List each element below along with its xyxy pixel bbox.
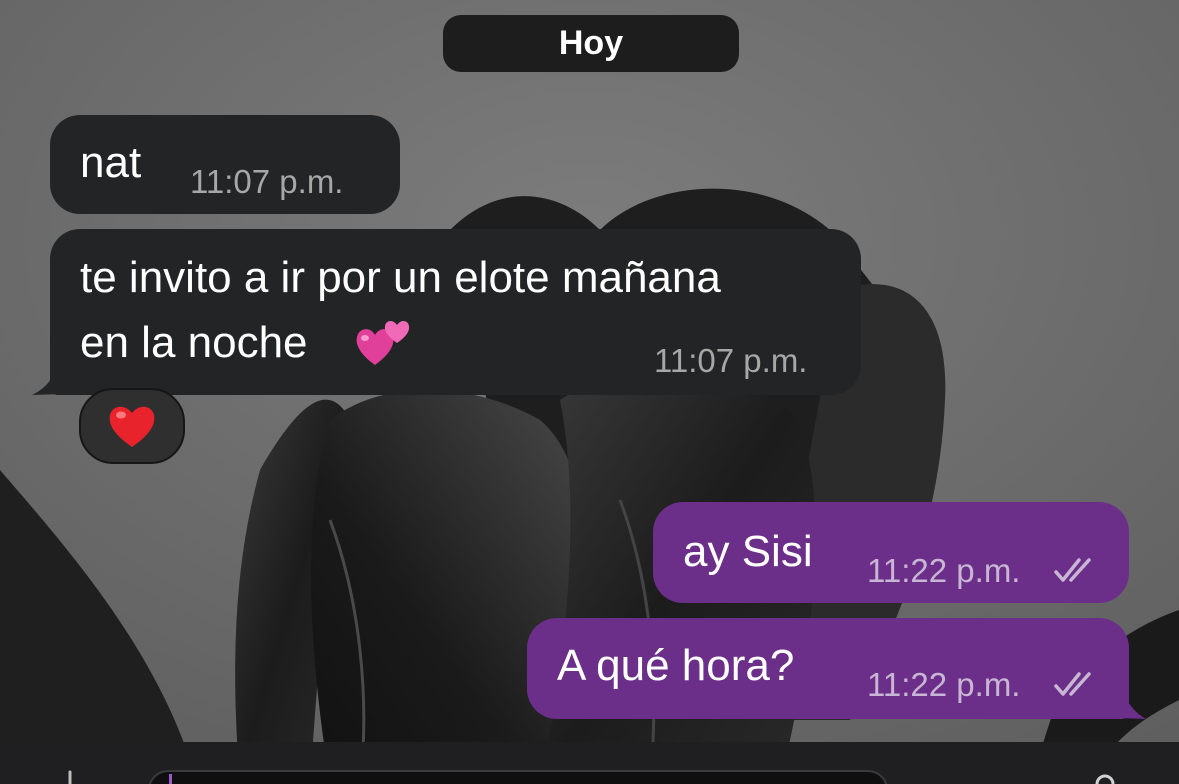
message-text: A qué hora? [557,641,795,690]
message-time: 11:07 p.m. [654,342,808,379]
message-time: 11:22 p.m. [867,552,1021,589]
incoming-message-bubble[interactable]: te invito a ir por un elote mañana en la… [50,229,861,395]
red-heart-icon [109,406,155,447]
bubble-tail [1118,690,1146,719]
outgoing-message-bubble[interactable]: ay Sisi 11:22 p.m. [653,502,1129,603]
read-double-check-icon [1054,558,1091,582]
outgoing-message-bubble[interactable]: A qué hora? 11:22 p.m. [527,618,1129,719]
attach-plus-icon[interactable] [55,768,85,784]
message-text-line: en la noche [80,318,308,367]
read-double-check-icon [1054,672,1091,696]
message-text: ay Sisi [683,527,813,576]
chat-screen: Hoy nat 11:07 p.m. te invito a ir por un… [0,0,1179,784]
text-cursor-icon [169,774,172,784]
message-time: 11:07 p.m. [190,163,344,200]
bubble-tail [32,366,62,395]
message-text: nat [80,138,142,187]
microphone-icon[interactable] [1090,770,1120,784]
incoming-message-bubble[interactable]: nat 11:07 p.m. [50,115,400,214]
date-separator: Hoy [443,15,739,72]
two-hearts-icon [356,320,410,365]
message-reaction[interactable] [79,388,185,464]
message-text-line: te invito a ir por un elote mañana [80,253,721,302]
message-input[interactable] [148,770,888,784]
message-time: 11:22 p.m. [867,666,1021,703]
